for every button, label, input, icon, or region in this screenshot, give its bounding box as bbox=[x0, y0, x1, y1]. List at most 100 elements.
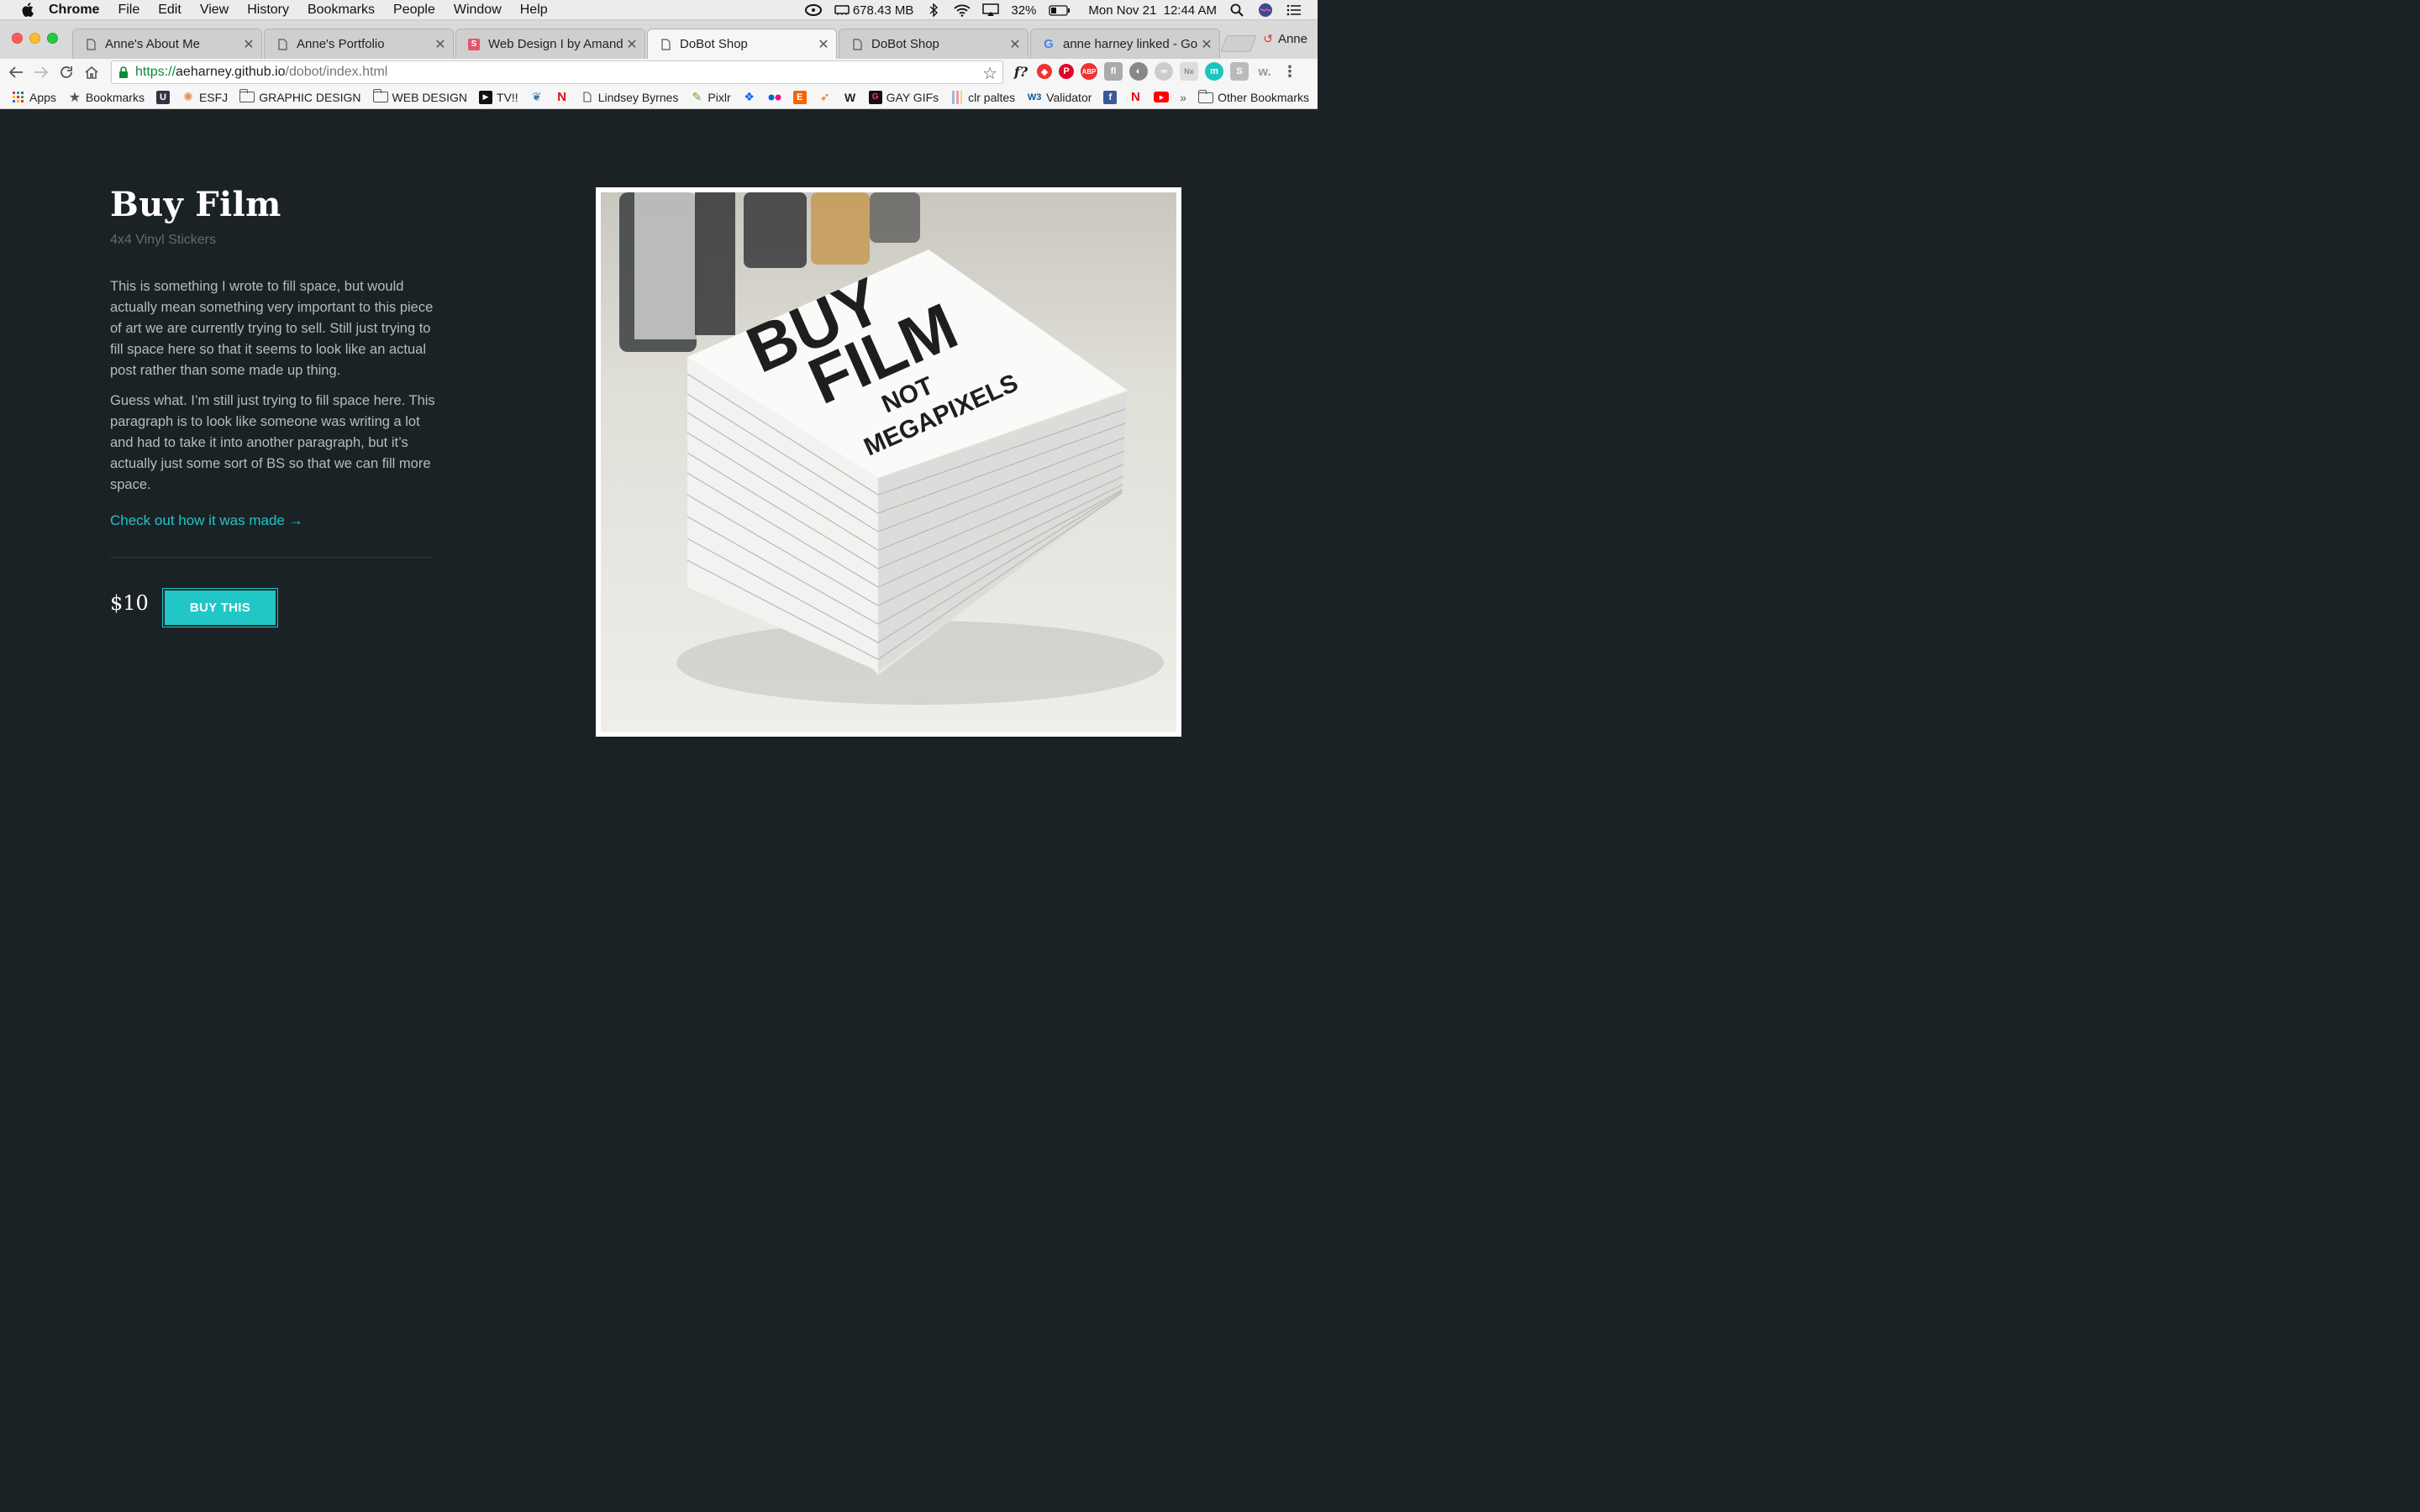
bookmark-facebook[interactable]: f bbox=[1103, 90, 1118, 104]
notification-center-icon[interactable] bbox=[1286, 3, 1302, 17]
wifi-icon[interactable] bbox=[954, 3, 971, 17]
extension-icon[interactable]: m bbox=[1205, 62, 1223, 81]
bookmark-lindsey-byrnes[interactable]: Lindsey Byrnes bbox=[581, 91, 678, 104]
forward-arrow-icon[interactable] bbox=[29, 60, 54, 84]
new-tab-button[interactable] bbox=[1220, 35, 1257, 52]
extension-icon[interactable]: fl bbox=[1104, 62, 1123, 81]
menu-file[interactable]: File bbox=[118, 3, 139, 18]
bookmark-youtube[interactable]: ▶ bbox=[1154, 92, 1170, 102]
bookmark-netflix[interactable]: N bbox=[555, 90, 569, 104]
bookmark-dropbox[interactable]: ❖ bbox=[743, 90, 756, 104]
close-window-button[interactable] bbox=[12, 33, 23, 44]
reload-icon[interactable] bbox=[54, 60, 79, 84]
skillshare-icon: S bbox=[468, 38, 480, 51]
siri-icon[interactable] bbox=[1257, 3, 1274, 17]
dropbox-icon: ❖ bbox=[744, 90, 755, 103]
bookmark-label: GAY GIFs bbox=[886, 90, 939, 104]
chrome-menu-icon[interactable]: ⋮ bbox=[1281, 62, 1299, 81]
clock[interactable]: Mon Nov 21 12:44 AM bbox=[1088, 3, 1217, 18]
more-bookmarks-chevron-icon[interactable]: » bbox=[1180, 91, 1186, 104]
bookmark-bookmarks[interactable]: ★ Bookmarks bbox=[68, 91, 145, 105]
home-icon[interactable] bbox=[79, 60, 104, 84]
minimize-window-button[interactable] bbox=[29, 33, 40, 44]
profile-button[interactable]: ↺ Anne bbox=[1263, 32, 1307, 46]
menu-edit[interactable]: Edit bbox=[158, 3, 182, 18]
bookmark-netflix-2[interactable]: N bbox=[1128, 90, 1142, 104]
secure-lock-icon[interactable] bbox=[118, 66, 129, 78]
description-paragraph-1: This is something I wrote to fill space,… bbox=[110, 279, 434, 378]
how-it-was-made-link[interactable]: Check out how it was made → bbox=[110, 512, 303, 529]
bookmark-tv[interactable]: ▶ TV!! bbox=[479, 90, 518, 104]
extension-icon[interactable]: w. bbox=[1255, 62, 1274, 81]
sun-icon: ✺ bbox=[183, 90, 193, 103]
menu-app-name[interactable]: Chrome bbox=[49, 3, 99, 18]
tab-annes-portfolio[interactable]: Anne's Portfolio ✕ bbox=[264, 29, 454, 59]
buy-this-button[interactable]: BUY THIS bbox=[162, 588, 278, 627]
bird-icon: ❦ bbox=[531, 90, 542, 103]
tab-google-search[interactable]: G anne harney linked - Googl ✕ bbox=[1030, 29, 1220, 59]
facebook-icon: f bbox=[1103, 90, 1118, 104]
tab-close-icon[interactable]: ✕ bbox=[814, 36, 833, 53]
menu-people[interactable]: People bbox=[393, 3, 435, 18]
apple-icon[interactable] bbox=[18, 3, 37, 18]
back-arrow-icon[interactable] bbox=[3, 60, 29, 84]
bookmark-pixlr[interactable]: ✎ Pixlr bbox=[690, 90, 731, 104]
bookmark-star-icon[interactable]: ☆ bbox=[982, 63, 997, 84]
youtube-icon: ▶ bbox=[1154, 92, 1170, 102]
tab-close-icon[interactable]: ✕ bbox=[1006, 36, 1024, 53]
menu-view[interactable]: View bbox=[200, 3, 229, 18]
tab-close-icon[interactable]: ✕ bbox=[239, 36, 258, 53]
menu-window[interactable]: Window bbox=[454, 3, 502, 18]
bookmark-validator[interactable]: W3 Validator bbox=[1027, 91, 1092, 104]
bookmark-flickr[interactable] bbox=[768, 91, 781, 104]
memory-indicator[interactable]: 678.43 MB bbox=[834, 3, 913, 18]
w-logo-icon: W bbox=[844, 90, 856, 104]
pinterest-extension-icon[interactable]: P bbox=[1059, 64, 1074, 79]
other-bookmarks-folder[interactable]: Other Bookmarks bbox=[1198, 89, 1309, 104]
bookmark-esfj[interactable]: ✺ ESFJ bbox=[182, 90, 228, 104]
menu-history[interactable]: History bbox=[247, 3, 289, 18]
whatfont-extension-icon[interactable]: f? bbox=[1012, 62, 1030, 81]
address-bar[interactable]: https://aeharney.github.io/dobot/index.h… bbox=[111, 60, 1003, 84]
bookmark-clr-paltes[interactable]: clr paltes bbox=[950, 90, 1015, 104]
bookmark-orange-site[interactable]: ➶ bbox=[818, 90, 832, 104]
extension-icon[interactable]: Nx bbox=[1180, 62, 1198, 81]
tab-dobot-shop[interactable]: DoBot Shop ✕ bbox=[839, 29, 1028, 59]
ublock-extension-icon[interactable]: ◆ bbox=[1037, 64, 1052, 79]
tab-close-icon[interactable]: ✕ bbox=[431, 36, 450, 53]
tab-annes-about-me[interactable]: Anne's About Me ✕ bbox=[72, 29, 262, 59]
bookmark-label: WEB DESIGN bbox=[392, 90, 468, 104]
bookmark-web-design-folder[interactable]: WEB DESIGN bbox=[372, 89, 468, 104]
bookmark-gay-gifs[interactable]: G GAY GIFs bbox=[868, 90, 939, 104]
spotlight-search-icon[interactable] bbox=[1228, 3, 1245, 17]
page-icon bbox=[581, 91, 594, 104]
battery-icon[interactable] bbox=[1048, 3, 1071, 17]
etsy-icon: E bbox=[792, 90, 807, 104]
zoom-window-button[interactable] bbox=[47, 33, 58, 44]
extensions-row: f? ◆ P ABP fl ◐ ∞ Nx m S w. ⋮ bbox=[1012, 62, 1299, 81]
tab-close-icon[interactable]: ✕ bbox=[623, 36, 641, 53]
airplay-icon[interactable] bbox=[982, 3, 1000, 17]
tab-label: Anne's Portfolio bbox=[297, 37, 385, 51]
extension-icon[interactable]: ∞ bbox=[1155, 62, 1173, 81]
description-paragraph-2: Guess what. I’m still just trying to fil… bbox=[110, 393, 435, 492]
bookmark-u-site[interactable]: U bbox=[155, 90, 170, 104]
bookmark-apps[interactable]: Apps bbox=[12, 91, 56, 104]
bookmark-graphic-design-folder[interactable]: GRAPHIC DESIGN bbox=[239, 89, 361, 104]
menu-bookmarks[interactable]: Bookmarks bbox=[308, 3, 375, 18]
extension-icon[interactable]: ◐ bbox=[1129, 62, 1148, 81]
tab-web-design[interactable]: S Web Design I by Amanda C ✕ bbox=[455, 29, 645, 59]
url-scheme: https:// bbox=[135, 65, 176, 79]
extension-icon[interactable]: S bbox=[1230, 62, 1249, 81]
bluetooth-icon[interactable] bbox=[925, 3, 942, 17]
product-photo: BUY FILM NOT MEGAPIXELS bbox=[601, 192, 1176, 732]
adblock-plus-icon[interactable]: ABP bbox=[1081, 63, 1097, 80]
folder-icon bbox=[1198, 89, 1214, 103]
bookmark-w-site[interactable]: W bbox=[844, 91, 857, 104]
creative-cloud-icon[interactable] bbox=[804, 3, 822, 17]
bookmark-bird-site[interactable]: ❦ bbox=[530, 90, 544, 104]
menu-help[interactable]: Help bbox=[520, 3, 548, 18]
tab-close-icon[interactable]: ✕ bbox=[1197, 36, 1216, 53]
tab-dobot-shop-active[interactable]: DoBot Shop ✕ bbox=[647, 29, 837, 59]
bookmark-etsy[interactable]: E bbox=[792, 90, 807, 104]
